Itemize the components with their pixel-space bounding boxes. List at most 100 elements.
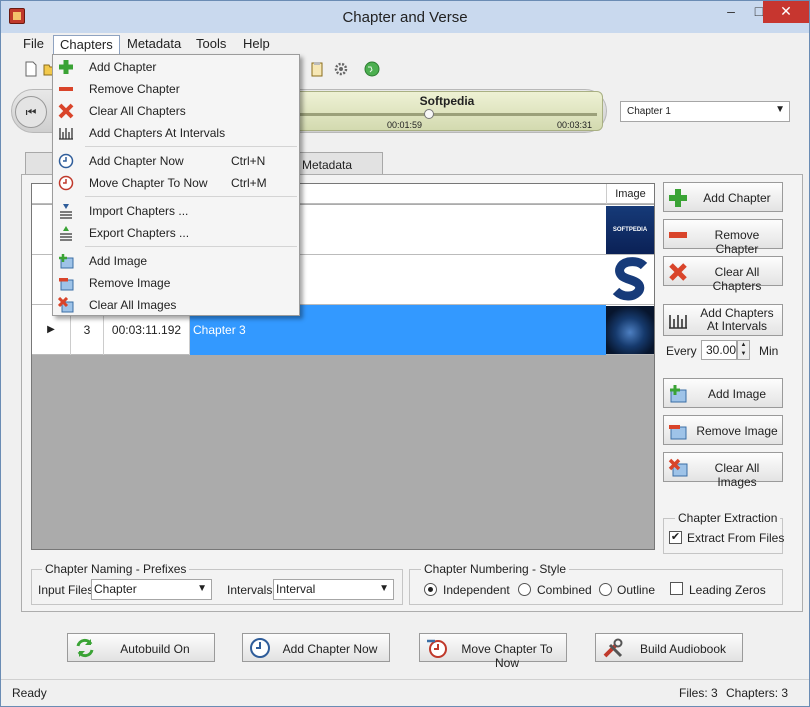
position-time: 00:01:59 [387, 120, 423, 130]
tools-icon [603, 638, 623, 658]
minimize-button[interactable]: ‒ [717, 1, 745, 23]
menu-item-clear-all-chapters[interactable]: Clear All Chapters [53, 100, 299, 122]
status-text: Ready [12, 686, 47, 700]
tab-metadata[interactable]: Metadata [291, 152, 383, 176]
title-bar: Chapter and Verse ‒ □ ✕ [1, 1, 809, 33]
add-chapter-button[interactable]: Add Chapter [663, 182, 783, 212]
chevron-down-icon: ▼ [379, 583, 389, 594]
status-bar: Ready Files: 3 Chapters: 3 [1, 679, 809, 706]
menu-item-import-chapters[interactable]: Import Chapters ... [53, 200, 299, 222]
menu-chapters[interactable]: Chapters [53, 35, 120, 54]
menu-help[interactable]: Help [237, 35, 276, 54]
remove-chapter-button[interactable]: Remove Chapter [663, 219, 783, 256]
menu-item-add-chapter[interactable]: Add Chapter [53, 56, 299, 78]
independent-radio[interactable] [424, 583, 437, 596]
move-chapter-to-now-button[interactable]: Move Chapter To Now [419, 633, 567, 670]
import-icon [60, 204, 72, 219]
clipboard-icon[interactable] [309, 61, 325, 77]
clear-images-icon [58, 297, 74, 313]
seek-track[interactable] [297, 113, 597, 116]
outline-radio[interactable] [599, 583, 612, 596]
plus-icon [669, 189, 687, 207]
add-chapter-now-button[interactable]: Add Chapter Now [242, 633, 390, 662]
intervals-label: Intervals [227, 583, 273, 597]
leading-zeros-label: Leading Zeros [689, 583, 766, 597]
menu-item-remove-chapter[interactable]: Remove Chapter [53, 78, 299, 100]
menu-separator [85, 246, 297, 247]
close-button[interactable]: ✕ [763, 1, 809, 23]
intervals-icon [669, 315, 687, 329]
gear-icon[interactable] [333, 61, 349, 77]
menu-item-remove-image[interactable]: Remove Image [53, 272, 299, 294]
interval-input[interactable]: 30.00 [701, 340, 737, 360]
globe-icon[interactable] [364, 61, 380, 77]
chapter-naming-title: Chapter Naming - Prefixes [42, 562, 190, 576]
remove-image-button[interactable]: Remove Image [663, 415, 783, 445]
tab-metadata-label: Metadata [302, 158, 353, 172]
clear-all-images-button[interactable]: Clear All Images [663, 452, 783, 489]
chapter-image-thumbnail[interactable] [606, 256, 654, 304]
menu-bar: File Chapters Metadata Tools Help [1, 33, 809, 55]
autobuild-button[interactable]: Autobuild On [67, 633, 215, 662]
menu-item-add-chapters-at-intervals[interactable]: Add Chapters At Intervals [53, 122, 299, 144]
input-files-combo[interactable]: Chapter ▼ [91, 579, 212, 600]
chapter-select-value: Chapter 1 [627, 106, 671, 117]
s-logo-icon [612, 257, 648, 301]
export-icon [60, 226, 72, 241]
menu-item-add-chapter-now[interactable]: Add Chapter Now Ctrl+N [53, 150, 299, 172]
menu-tools[interactable]: Tools [190, 35, 232, 54]
lcd-title: Softpedia [419, 94, 475, 108]
extract-from-files-checkbox[interactable]: ✔ [669, 531, 682, 544]
x-icon [58, 103, 74, 119]
independent-label: Independent [443, 583, 510, 597]
interval-stepper[interactable]: ▲ ▼ [737, 340, 750, 360]
image-column-header[interactable]: Image [606, 184, 654, 204]
leading-zeros-checkbox[interactable] [670, 582, 683, 595]
previous-button[interactable]: ⏮ [15, 96, 47, 128]
chevron-down-icon: ▼ [775, 104, 785, 115]
add-image-button[interactable]: Add Image [663, 378, 783, 408]
remove-image-icon [59, 278, 74, 291]
clock-move-icon [58, 175, 74, 191]
chapter-extraction-title: Chapter Extraction [675, 511, 781, 525]
new-file-icon[interactable] [23, 61, 39, 77]
chevron-down-icon: ▼ [197, 583, 207, 594]
chapters-menu-dropdown: Add Chapter Remove Chapter Clear All Cha… [52, 54, 300, 316]
menu-item-add-image[interactable]: Add Image [53, 250, 299, 272]
clear-all-chapters-button[interactable]: Clear All Chapters [663, 256, 783, 293]
menu-item-move-chapter-to-now[interactable]: Move Chapter To Now Ctrl+M [53, 172, 299, 194]
add-image-icon [59, 254, 74, 269]
chapter-image-thumbnail[interactable]: SOFTPEDIA [606, 206, 654, 254]
outline-label: Outline [617, 583, 656, 597]
add-image-icon [670, 385, 687, 403]
status-files: Files: 3 [679, 686, 718, 700]
min-label: Min [759, 344, 779, 358]
refresh-icon [76, 638, 94, 658]
build-audiobook-button[interactable]: Build Audiobook [595, 633, 743, 662]
app-window: Chapter and Verse ‒ □ ✕ File Chapters Me… [0, 0, 810, 707]
menu-item-export-chapters[interactable]: Export Chapters ... [53, 222, 299, 244]
chapter-numbering-title: Chapter Numbering - Style [421, 562, 570, 576]
add-chapters-at-intervals-button[interactable]: Add Chapters At Intervals [663, 304, 783, 336]
plus-icon [59, 60, 73, 74]
x-icon [669, 263, 687, 281]
skip-back-icon: ⏮ [25, 105, 37, 119]
chapter-image-thumbnail[interactable] [606, 306, 654, 354]
clock-icon [58, 153, 74, 169]
menu-item-clear-all-images[interactable]: Clear All Images [53, 294, 299, 316]
clear-images-icon [668, 458, 688, 477]
menu-metadata[interactable]: Metadata [121, 35, 187, 54]
chapter-select[interactable]: Chapter 1 ▼ [620, 101, 790, 122]
every-label: Every [666, 344, 697, 358]
combined-radio[interactable] [518, 583, 531, 596]
intervals-combo[interactable]: Interval ▼ [273, 579, 394, 600]
remove-image-icon [669, 425, 687, 440]
duration-time: 00:03:31 [557, 120, 593, 130]
minus-icon [669, 232, 687, 238]
minus-icon [59, 87, 73, 91]
seek-knob[interactable] [424, 109, 434, 119]
status-chapters: Chapters: 3 [726, 686, 789, 700]
menu-separator [85, 196, 297, 197]
menu-file[interactable]: File [17, 35, 50, 54]
intervals-icon [59, 128, 73, 140]
